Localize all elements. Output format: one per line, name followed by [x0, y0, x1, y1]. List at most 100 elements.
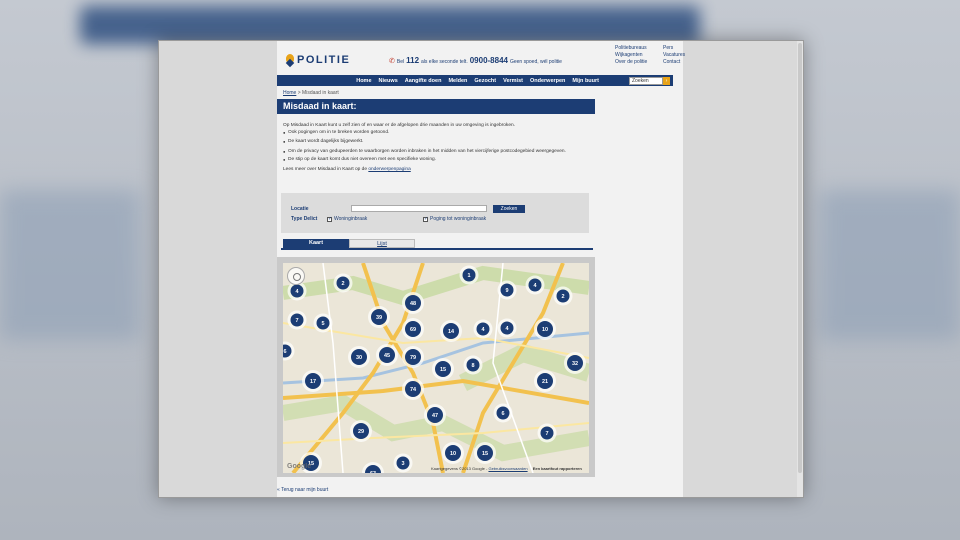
map-cluster-marker[interactable]: 17: [302, 370, 324, 392]
nav-nieuws[interactable]: Nieuws: [379, 78, 398, 84]
map-cluster-marker[interactable]: 4: [525, 275, 545, 295]
map-cluster-marker[interactable]: 8: [463, 355, 483, 375]
scrollbar[interactable]: [797, 41, 803, 497]
map-cluster-marker[interactable]: 10: [534, 318, 556, 340]
tab-lijst[interactable]: Lijst: [349, 239, 415, 248]
nav-melden[interactable]: Melden: [448, 78, 467, 84]
map-cluster-marker[interactable]: 2: [333, 273, 353, 293]
map-cluster-marker[interactable]: 74: [402, 378, 424, 400]
nav-vermist[interactable]: Vermist: [503, 78, 523, 84]
intro-paragraph: Op Misdaad in Kaart kunt u zelf zien of …: [283, 123, 515, 128]
emergency-112: 112: [406, 56, 420, 65]
nav-home[interactable]: Home: [356, 78, 371, 84]
nav-gezocht[interactable]: Gezocht: [474, 78, 496, 84]
checkbox-woninginbraak[interactable]: ✓ Woninginbraak: [327, 216, 367, 222]
phone-icon: ✆: [389, 58, 395, 65]
checkbox-checked-icon[interactable]: ✓: [423, 216, 428, 222]
intro-list-3: Om de privacy van gedupeerden te waarbor…: [283, 149, 583, 164]
map-cluster-marker[interactable]: 9: [497, 280, 517, 300]
toplink-wijkagenten[interactable]: Wijkagenten: [615, 52, 663, 59]
map-cluster-marker[interactable]: 3: [393, 453, 413, 473]
map-cluster-marker[interactable]: 5: [313, 313, 333, 333]
map-cluster-marker[interactable]: 14: [440, 320, 462, 342]
map-cluster-marker[interactable]: 30: [348, 346, 370, 368]
nav-onderwerpen[interactable]: Onderwerpen: [530, 78, 565, 84]
back-to-my-area-link[interactable]: « Terug naar mijn buurt: [277, 487, 328, 493]
checkbox-checked-icon[interactable]: ✓: [327, 216, 332, 222]
browser-window: POLITIE ✆ Bel 112 als elke seconde telt.…: [158, 40, 804, 498]
intro-text: Op Misdaad in Kaart kunt u zelf zien of …: [283, 123, 583, 173]
cluster-count: 48: [410, 301, 416, 307]
cluster-count: 6: [283, 349, 286, 355]
toplink-politiebureaus[interactable]: Politiebureaus: [615, 45, 663, 52]
toplink-pers[interactable]: Pers: [663, 45, 703, 52]
map-cluster-marker[interactable]: 2: [553, 286, 573, 306]
toplink-vacatures[interactable]: Vacatures: [663, 52, 703, 59]
location-search-button[interactable]: Zoeken: [493, 205, 525, 213]
backdrop-block-left: [0, 190, 140, 340]
map-cluster-marker[interactable]: 7: [537, 423, 557, 443]
map-cluster-marker[interactable]: 45: [376, 344, 398, 366]
location-label: Locatie: [291, 206, 309, 212]
site-search-button[interactable]: ›: [663, 76, 670, 85]
cluster-count: 5: [321, 321, 324, 327]
map-cluster-marker[interactable]: 1: [459, 265, 479, 285]
intro-list-2: De kaart wordt dagelijks bijgewerkt.: [283, 139, 583, 145]
map-canvas[interactable]: 12942439487 54469 1461030 45 798 321715217464…: [283, 263, 589, 473]
map-cluster-marker[interactable]: 4: [497, 318, 517, 338]
cluster-count: 2: [561, 294, 564, 300]
map-cluster-marker[interactable]: 39: [368, 306, 390, 328]
map-attribution-text: Kaartgegevens ©2013 Google -: [431, 466, 488, 471]
main-navbar: Home Nieuws Aangifte doen Melden Gezocht…: [277, 75, 673, 86]
crime-map[interactable]: 1 2 9 4 2 4 39 48 7 5 4 4 69 14 6 10 30 45 79 8 32 17 15 21 74 6 4…: [283, 263, 589, 473]
cluster-count: 14: [448, 329, 455, 335]
site-search-input[interactable]: Zoeken: [629, 76, 663, 85]
cluster-count: 21: [542, 379, 548, 385]
map-cluster-marker[interactable]: 6: [493, 403, 513, 423]
general-number: 0900-8844: [469, 56, 508, 65]
politie-logo[interactable]: POLITIE: [285, 53, 350, 67]
scrollbar-thumb[interactable]: [798, 43, 802, 473]
cluster-count: 39: [376, 315, 382, 321]
map-cluster-marker[interactable]: 15: [474, 442, 496, 464]
backdrop-block-right: [820, 190, 960, 340]
page-title: Misdaad in kaart:: [283, 101, 357, 111]
checkbox-poging[interactable]: ✓ Poging tot woninginbraak: [423, 216, 486, 222]
terms-link[interactable]: Gebruiksvoorwaarden: [488, 466, 527, 471]
report-error-link[interactable]: Een kaartfout rapporteren: [533, 466, 582, 471]
map-cluster-marker[interactable]: 47: [424, 404, 446, 426]
cluster-count: 10: [542, 327, 548, 333]
type-delict-label: Type Delict: [291, 216, 318, 222]
map-cluster-marker[interactable]: 69: [402, 318, 424, 340]
nav-aangifte-doen[interactable]: Aangifte doen: [405, 78, 442, 84]
politie-page: POLITIE ✆ Bel 112 als elke seconde telt.…: [277, 41, 685, 497]
onderwerpen-link[interactable]: onderwerpenpagina: [368, 167, 410, 172]
emergency-info: ✆ Bel 112 als elke seconde telt. 0900-88…: [389, 56, 562, 65]
map-cluster-marker[interactable]: 21: [534, 370, 556, 392]
map-cluster-marker[interactable]: 4: [473, 319, 493, 339]
filter-panel: Locatie Zoeken Type Delict ✓ Woninginbra…: [281, 193, 589, 233]
page-title-bar: Misdaad in kaart:: [277, 99, 595, 114]
location-input[interactable]: [351, 205, 487, 212]
cluster-count: 29: [358, 429, 364, 435]
map-cluster-marker[interactable]: 79: [402, 346, 424, 368]
cluster-count: 15: [482, 451, 488, 457]
breadcrumb-current: Misdaad in kaart: [302, 90, 339, 96]
toplink-over-de-politie[interactable]: Over de politie: [615, 59, 663, 66]
cluster-count: 1: [467, 273, 470, 279]
map-cluster-marker[interactable]: 29: [350, 420, 372, 442]
toplink-contact[interactable]: Contact: [663, 59, 703, 66]
map-cluster-marker[interactable]: 32: [564, 352, 586, 374]
tab-kaart[interactable]: Kaart: [283, 239, 349, 248]
map-pan-control-icon[interactable]: [287, 267, 305, 285]
map-cluster-marker[interactable]: 48: [402, 292, 424, 314]
intro-list-1: Ook pogingen om in te breken worden geto…: [283, 130, 583, 136]
cluster-count: 15: [440, 367, 446, 373]
map-cluster-marker[interactable]: 10: [442, 442, 464, 464]
map-cluster-marker[interactable]: 15: [432, 358, 454, 380]
map-cluster-marker[interactable]: 7: [287, 310, 307, 330]
checkbox-label: Poging tot woninginbraak: [430, 216, 487, 222]
nav-mijn-buurt[interactable]: Mijn buurt: [572, 78, 599, 84]
breadcrumb-home[interactable]: Home: [283, 90, 296, 96]
politie-emblem-icon: [285, 54, 295, 66]
